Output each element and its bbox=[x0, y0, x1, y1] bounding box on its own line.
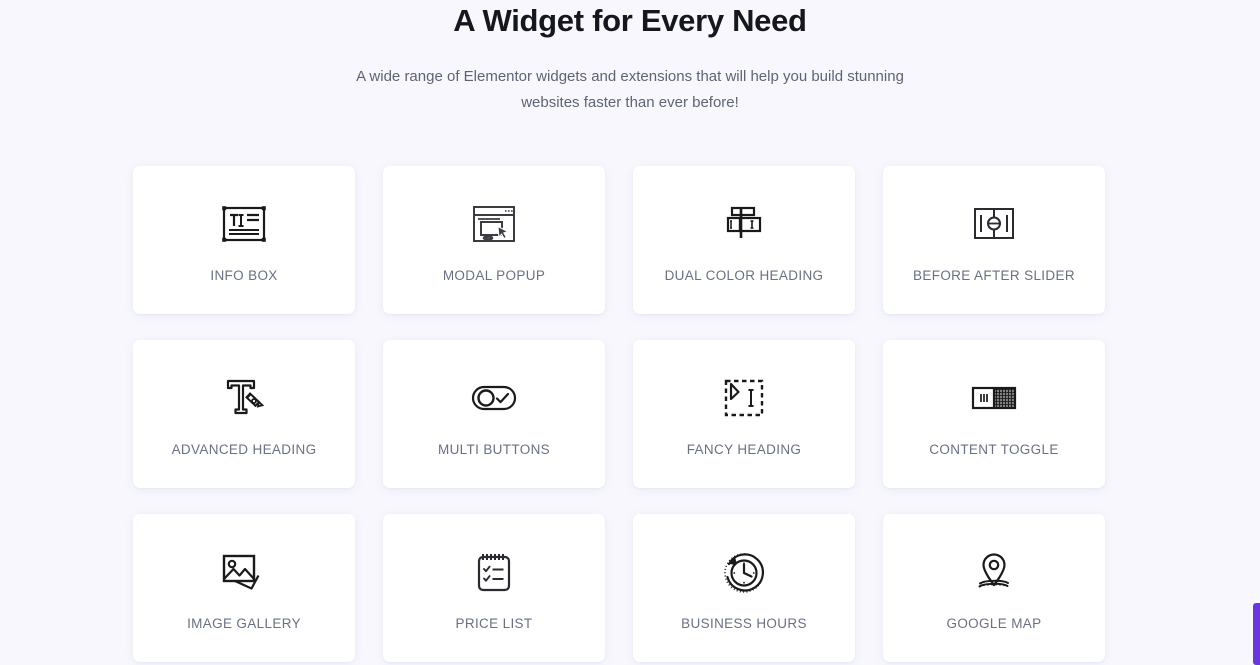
widget-card-content-toggle[interactable]: CONTENT TOGGLE bbox=[883, 340, 1105, 488]
widget-showcase-page: A Widget for Every Need A wide range of … bbox=[0, 0, 1260, 665]
widget-card-label: BUSINESS HOURS bbox=[681, 616, 807, 631]
widget-card-label: ADVANCED HEADING bbox=[171, 442, 317, 457]
page-title: A Widget for Every Need bbox=[453, 3, 807, 38]
widget-card-label: PRICE LIST bbox=[455, 616, 533, 631]
widget-card-before-after-slider[interactable]: BEFORE AFTER SLIDER bbox=[883, 166, 1105, 314]
content-toggle-icon bbox=[883, 370, 1105, 426]
widget-card-label: CONTENT TOGGLE bbox=[929, 442, 1059, 457]
widget-card-label: INFO BOX bbox=[210, 268, 278, 283]
widget-card-modal-popup[interactable]: MODAL POPUP bbox=[383, 166, 605, 314]
modal-popup-icon bbox=[383, 196, 605, 252]
widget-card-label: MODAL POPUP bbox=[442, 268, 546, 283]
price-list-icon bbox=[383, 544, 605, 600]
image-gallery-icon bbox=[133, 544, 355, 600]
widget-card-dual-color-heading[interactable]: DUAL COLOR HEADING bbox=[633, 166, 855, 314]
widget-card-price-list[interactable]: PRICE LIST bbox=[383, 514, 605, 662]
business-hours-icon bbox=[633, 544, 855, 600]
multi-buttons-icon bbox=[383, 370, 605, 426]
widget-card-info-box[interactable]: INFO BOX bbox=[133, 166, 355, 314]
advanced-heading-icon bbox=[133, 370, 355, 426]
widget-card-advanced-heading[interactable]: ADVANCED HEADING bbox=[133, 340, 355, 488]
widget-card-fancy-heading[interactable]: FANCY HEADING bbox=[633, 340, 855, 488]
widget-card-google-map[interactable]: GOOGLE MAP bbox=[883, 514, 1105, 662]
widget-card-multi-buttons[interactable]: MULTI BUTTONS bbox=[383, 340, 605, 488]
widget-card-label: BEFORE AFTER SLIDER bbox=[913, 268, 1075, 283]
widget-card-label: GOOGLE MAP bbox=[946, 616, 1042, 631]
before-after-slider-icon bbox=[883, 196, 1105, 252]
widget-card-label: MULTI BUTTONS bbox=[437, 442, 551, 457]
fancy-heading-icon bbox=[633, 370, 855, 426]
info-box-icon bbox=[133, 196, 355, 252]
page-scroll-accent-bar[interactable] bbox=[1253, 603, 1260, 665]
page-subtitle: A wide range of Elementor widgets and ex… bbox=[356, 68, 904, 111]
widget-card-label: FANCY HEADING bbox=[686, 442, 802, 457]
widget-card-label: IMAGE GALLERY bbox=[187, 616, 301, 631]
section-header: A Widget for Every Need A wide range of … bbox=[0, 0, 1260, 116]
dual-color-heading-icon bbox=[633, 196, 855, 252]
google-map-icon bbox=[883, 544, 1105, 600]
widget-card-business-hours[interactable]: BUSINESS HOURS bbox=[633, 514, 855, 662]
widget-grid: INFO BOX MODAL POPUP DUAL COLOR HEADING … bbox=[133, 166, 1127, 662]
widget-card-image-gallery[interactable]: IMAGE GALLERY bbox=[133, 514, 355, 662]
widget-card-label: DUAL COLOR HEADING bbox=[664, 268, 824, 283]
